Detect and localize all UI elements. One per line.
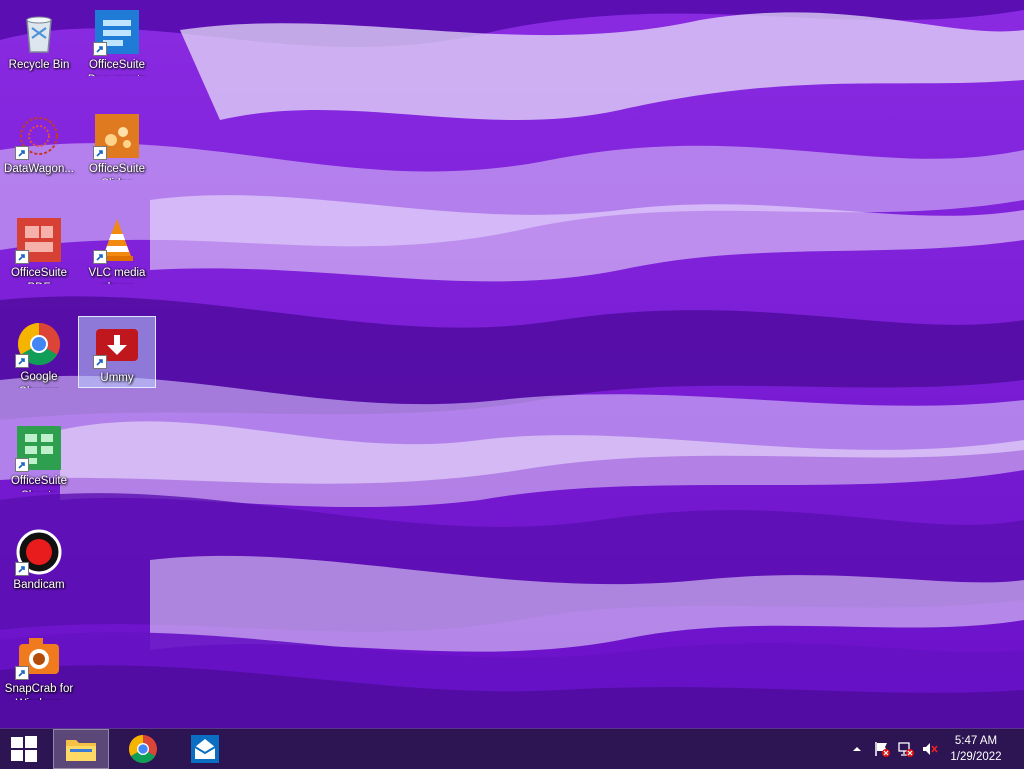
- desktop-icon-datawagon[interactable]: DataWagon...: [0, 108, 78, 180]
- icon-label: DataWagon...: [4, 163, 74, 175]
- desktop-icon-officesuite-documents[interactable]: OfficeSuite Documents: [78, 4, 156, 76]
- mail-icon: [191, 735, 219, 763]
- icon-label: Ummy: [100, 372, 134, 384]
- officesuite-slides-icon: [93, 112, 141, 160]
- taskbar-mail[interactable]: [177, 729, 233, 769]
- desktop-icon-officesuite-sheets[interactable]: OfficeSuite Sheets: [0, 420, 78, 492]
- shortcut-arrow-icon: [93, 250, 107, 264]
- icon-label: OfficeSuite PDF: [10, 267, 68, 284]
- folder-icon: [66, 740, 96, 761]
- datawagon-icon: [15, 112, 63, 160]
- ummy-download-icon: [93, 321, 141, 369]
- desktop-icon-officesuite-slides[interactable]: OfficeSuite Slides: [78, 108, 156, 180]
- shortcut-arrow-icon: [15, 562, 29, 576]
- desktop-icon-ummy[interactable]: Ummy: [78, 316, 156, 388]
- shortcut-arrow-icon: [15, 458, 29, 472]
- chrome-icon: [15, 320, 63, 368]
- chevron-up-icon: [853, 747, 861, 751]
- shortcut-arrow-icon: [93, 146, 107, 160]
- shortcut-arrow-icon: [15, 666, 29, 680]
- icon-label: SnapCrab for Windows: [4, 683, 74, 700]
- icon-label: VLC media player: [88, 267, 146, 284]
- shortcut-arrow-icon: [93, 42, 107, 56]
- desktop-icon-vlc[interactable]: VLC media player: [78, 212, 156, 284]
- volume-muted-icon[interactable]: [921, 729, 939, 769]
- desktop-icon-officesuite-pdf[interactable]: OfficeSuite PDF: [0, 212, 78, 284]
- clock-time: 5:47 AM: [954, 735, 998, 747]
- network-icon[interactable]: [897, 729, 915, 769]
- chrome-icon: [128, 735, 157, 764]
- desktop-icon-recycle-bin[interactable]: Recycle Bin: [0, 4, 78, 76]
- shortcut-arrow-icon: [15, 354, 29, 368]
- show-hidden-icons-button[interactable]: [850, 729, 864, 769]
- icon-label: OfficeSuite Slides: [88, 163, 146, 180]
- taskbar-file-explorer[interactable]: [53, 729, 109, 769]
- icon-label: OfficeSuite Documents: [88, 59, 146, 76]
- officesuite-sheets-icon: [15, 424, 63, 472]
- officesuite-pdf-icon: [15, 216, 63, 264]
- icon-label: Recycle Bin: [8, 59, 70, 71]
- clock-date: 1/29/2022: [950, 751, 1002, 763]
- taskbar-google-chrome[interactable]: [115, 729, 171, 769]
- recycle-bin-icon: [15, 8, 63, 56]
- shortcut-arrow-icon: [93, 355, 107, 369]
- shortcut-arrow-icon: [15, 250, 29, 264]
- action-center-flag-icon[interactable]: [873, 729, 891, 769]
- officesuite-documents-icon: [93, 8, 141, 56]
- taskbar: 5:47 AM 1/29/2022: [0, 728, 1024, 769]
- icon-label: OfficeSuite Sheets: [10, 475, 68, 492]
- snapcrab-camera-icon: [15, 632, 63, 680]
- shortcut-arrow-icon: [15, 146, 29, 160]
- desktop-icon-snapcrab[interactable]: SnapCrab for Windows: [0, 628, 78, 700]
- system-clock[interactable]: 5:47 AM 1/29/2022: [946, 733, 1006, 765]
- desktop-icon-bandicam[interactable]: Bandicam: [0, 524, 78, 596]
- bandicam-record-icon: [15, 528, 63, 576]
- desktop-icon-google-chrome[interactable]: Google Chrome: [0, 316, 78, 388]
- windows-logo-icon: [11, 736, 37, 762]
- icon-label: Google Chrome: [19, 371, 60, 388]
- start-button[interactable]: [0, 729, 48, 769]
- vlc-cone-icon: [93, 216, 141, 264]
- icon-label: Bandicam: [13, 579, 65, 591]
